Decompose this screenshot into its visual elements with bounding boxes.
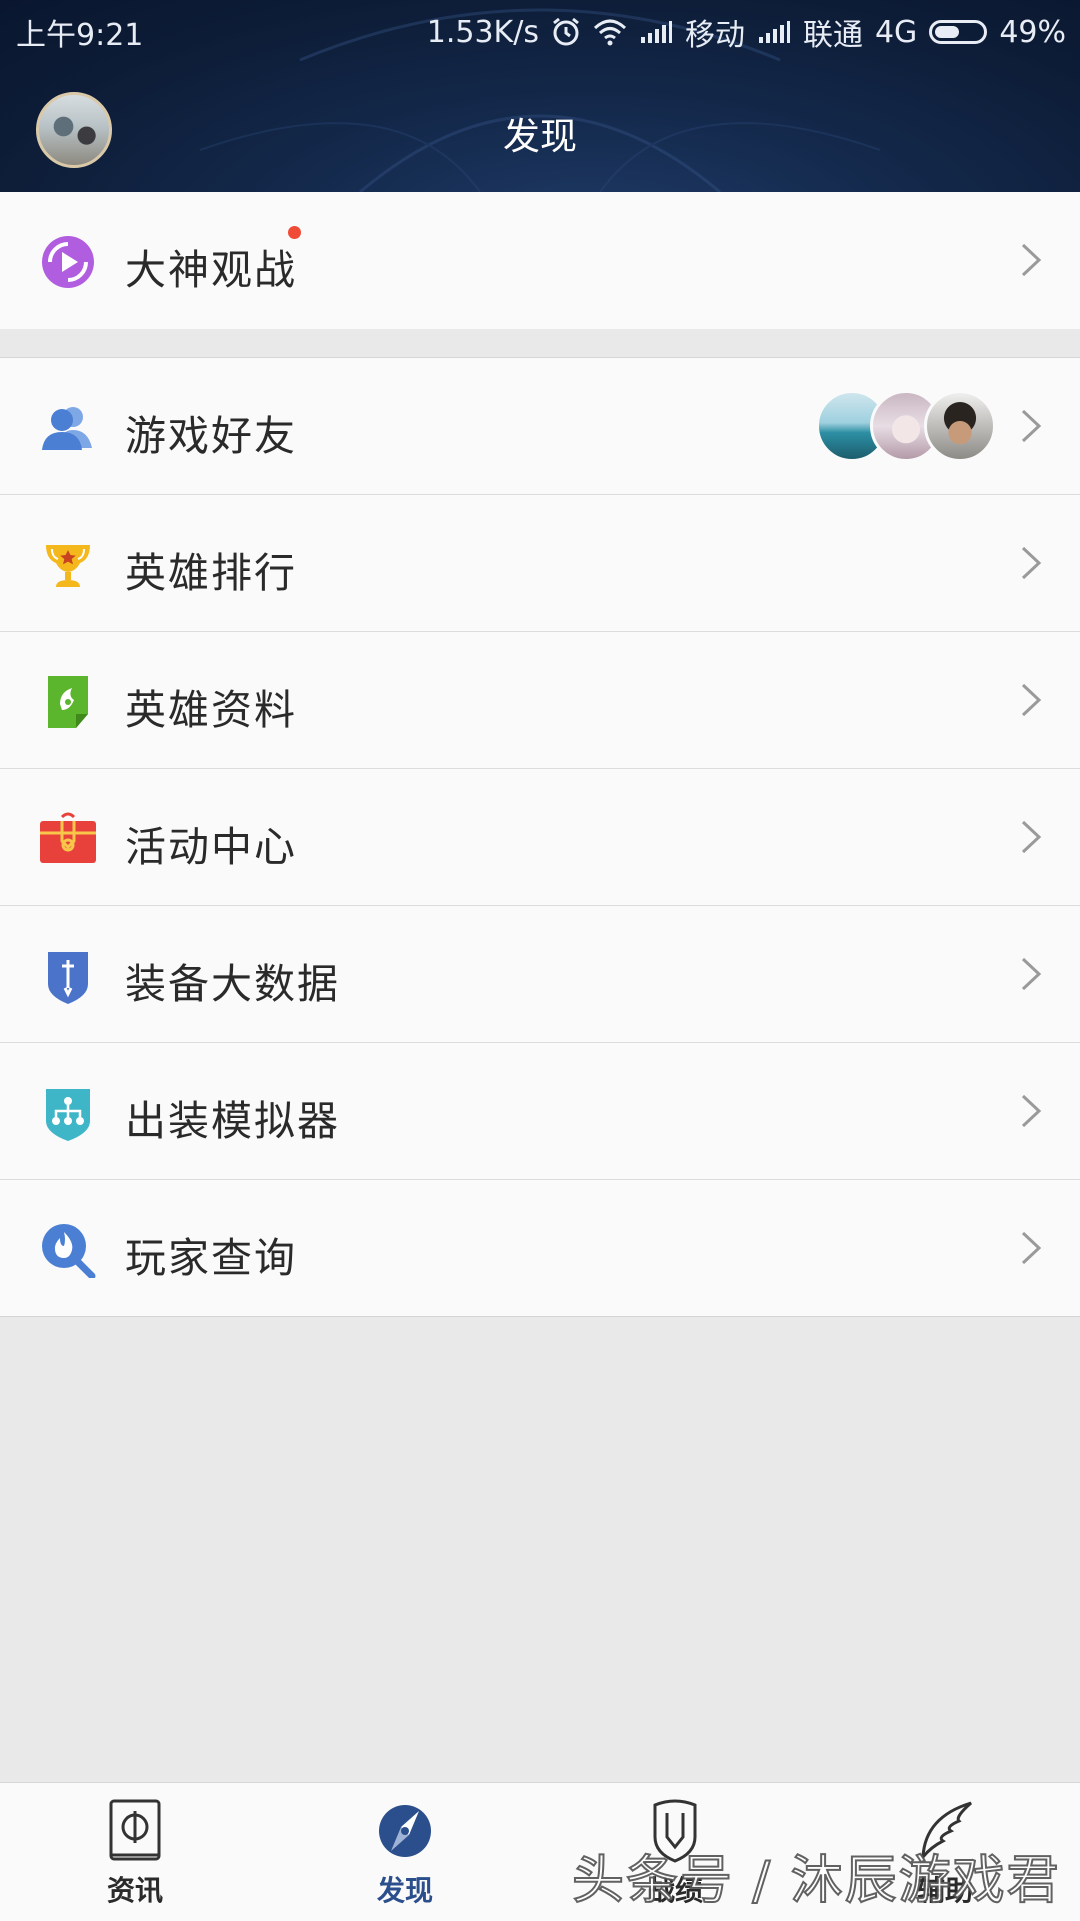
list-item-build-simulator[interactable]: 出装模拟器 bbox=[0, 1043, 1080, 1180]
trophy-icon bbox=[46, 545, 90, 587]
chevron-right-icon bbox=[1021, 243, 1042, 277]
chevron-right-icon bbox=[1021, 1231, 1042, 1265]
tree-shield-icon bbox=[46, 1089, 90, 1141]
status-network: 4G bbox=[874, 14, 918, 50]
header-bar: 上午9:21 1.53K/s 移动 联通 4G 49% 发现 bbox=[0, 0, 1080, 192]
list-item-label: 英雄排行 bbox=[125, 549, 297, 597]
search-flame-icon bbox=[42, 1224, 96, 1278]
list-section-main: 游戏好友 英雄排行 英雄资料 活动中心 装备大数据 出装模拟器 玩家查询 bbox=[0, 357, 1080, 1317]
signal-icon bbox=[640, 21, 672, 43]
chevron-right-icon bbox=[1021, 409, 1042, 443]
chevron-right-icon bbox=[1021, 683, 1042, 717]
status-carrier-1: 移动 bbox=[684, 18, 745, 53]
chevron-right-icon bbox=[1021, 820, 1042, 854]
shield-sword-icon bbox=[48, 952, 88, 1004]
tab-news[interactable]: 资讯 bbox=[0, 1783, 270, 1921]
tab-discover[interactable]: 发现 bbox=[270, 1783, 540, 1921]
tab-label: 发现 bbox=[376, 1874, 433, 1907]
signal-icon bbox=[758, 21, 790, 43]
list-item-activity-center[interactable]: 活动中心 bbox=[0, 769, 1080, 906]
chevron-right-icon bbox=[1021, 546, 1042, 580]
list-item-player-search[interactable]: 玩家查询 bbox=[0, 1180, 1080, 1317]
news-book-icon bbox=[109, 1799, 161, 1861]
list-item-dashen-guanzhan[interactable]: 大神观战 bbox=[0, 192, 1080, 329]
friend-avatars bbox=[816, 390, 996, 462]
list-item-label: 英雄资料 bbox=[125, 686, 297, 734]
list-item-equipment-big-data[interactable]: 装备大数据 bbox=[0, 906, 1080, 1043]
play-circle-icon bbox=[42, 236, 94, 288]
list-item-label: 活动中心 bbox=[125, 823, 297, 871]
compass-icon bbox=[379, 1805, 431, 1857]
list-item-hero-ranking[interactable]: 英雄排行 bbox=[0, 495, 1080, 632]
list-item-hero-data[interactable]: 英雄资料 bbox=[0, 632, 1080, 769]
list-item-game-friends[interactable]: 游戏好友 bbox=[0, 358, 1080, 495]
chevron-right-icon bbox=[1021, 1094, 1042, 1128]
list-section-top: 大神观战 bbox=[0, 192, 1080, 329]
friends-icon bbox=[42, 407, 92, 450]
wifi-icon bbox=[593, 19, 626, 46]
chevron-right-icon bbox=[1021, 957, 1042, 991]
watermark-text: 头条号 / 沐辰游戏君 bbox=[571, 1850, 1061, 1912]
list-item-label: 大神观战 bbox=[125, 246, 297, 294]
status-time: 上午9:21 bbox=[16, 18, 144, 53]
notification-dot bbox=[288, 226, 301, 239]
tab-label: 资讯 bbox=[106, 1874, 163, 1907]
status-battery: 49% bbox=[999, 14, 1066, 50]
status-carrier-2: 联通 bbox=[802, 18, 863, 53]
alarm-icon bbox=[553, 17, 579, 46]
battery-icon bbox=[929, 20, 988, 44]
status-bar: 上午9:21 1.53K/s 移动 联通 4G 49% bbox=[0, 0, 1080, 58]
gift-box-icon bbox=[40, 812, 96, 863]
list-item-label: 游戏好友 bbox=[125, 412, 297, 460]
status-speed: 1.53K/s bbox=[426, 14, 539, 50]
hero-file-icon bbox=[48, 676, 88, 728]
friend-avatar bbox=[924, 390, 996, 462]
page-title: 发现 bbox=[503, 115, 577, 158]
list-item-label: 装备大数据 bbox=[125, 960, 340, 1008]
list-item-label: 出装模拟器 bbox=[125, 1097, 340, 1145]
list-item-label: 玩家查询 bbox=[125, 1234, 297, 1282]
